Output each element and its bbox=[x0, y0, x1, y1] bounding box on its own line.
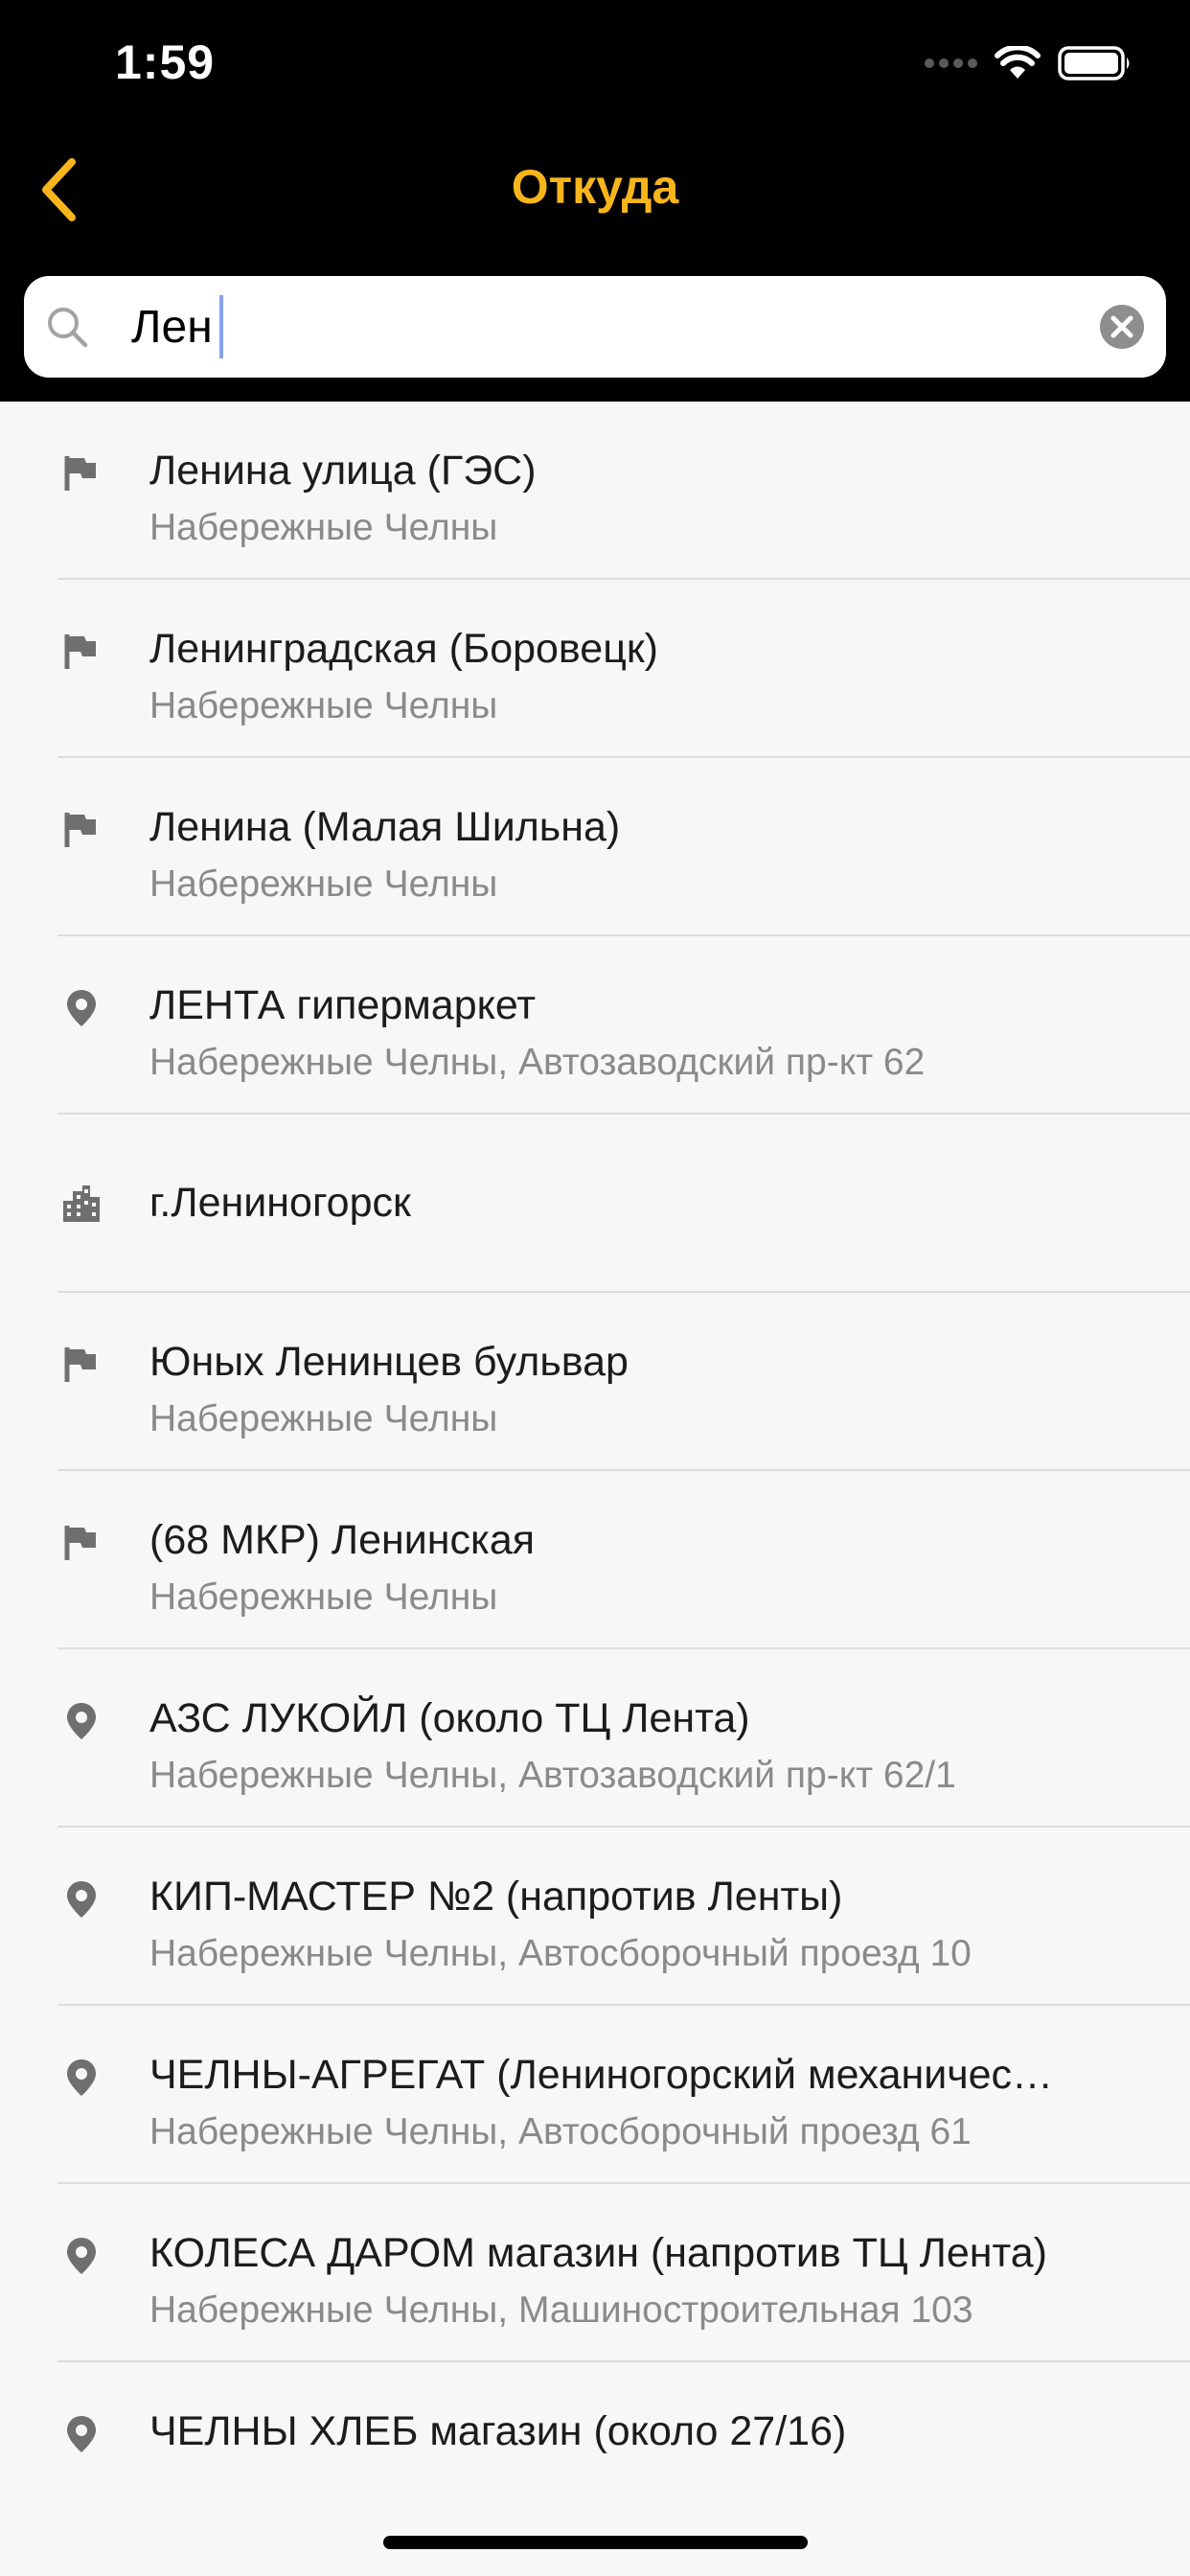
bottom-safe-area bbox=[0, 2472, 1190, 2576]
home-indicator[interactable] bbox=[383, 2536, 808, 2549]
result-subtitle: Набережные Челны bbox=[149, 1398, 498, 1439]
location-pin-icon bbox=[67, 2238, 96, 2274]
location-pin-icon bbox=[67, 2059, 96, 2096]
screen: 1:59 Откуда Лен Ленина улица (ГЭС) Набер… bbox=[0, 0, 1190, 2576]
page-title: Откуда bbox=[511, 160, 679, 214]
list-item[interactable]: Юных Ленинцев бульвар Набережные Челны bbox=[0, 1293, 1190, 1471]
text-cursor bbox=[219, 295, 223, 358]
result-subtitle: Набережные Челны, Автосборочный проезд 1… bbox=[149, 1933, 972, 1974]
result-title: г.Лениногорск bbox=[149, 1180, 411, 1226]
result-title: ЧЕЛНЫ-АГРЕГАТ (Лениногорский механичес… bbox=[149, 2052, 1054, 2098]
result-title: КОЛЕСА ДАРОМ магазин (напротив ТЦ Лента) bbox=[149, 2230, 1047, 2276]
search-input[interactable] bbox=[108, 276, 1089, 378]
result-title: Ленина улица (ГЭС) bbox=[149, 448, 537, 494]
result-subtitle: Набережные Челны, Автосборочный проезд 6… bbox=[149, 2111, 972, 2152]
status-icons bbox=[925, 42, 1133, 84]
result-title: Юных Ленинцев бульвар bbox=[149, 1339, 629, 1385]
list-item[interactable]: Ленина (Малая Шильна) Набережные Челны bbox=[0, 758, 1190, 936]
list-item[interactable]: ЧЕЛНЫ ХЛЕБ магазин (около 27/16) bbox=[0, 2362, 1190, 2472]
flag-icon bbox=[64, 456, 96, 491]
result-title: (68 МКР) Ленинская bbox=[149, 1517, 536, 1563]
result-title: ЛЕНТА гипермаркет bbox=[149, 982, 537, 1028]
list-item[interactable]: ЧЕЛНЫ-АГРЕГАТ (Лениногорский механичес… … bbox=[0, 2006, 1190, 2184]
list-item[interactable]: КОЛЕСА ДАРОМ магазин (напротив ТЦ Лента)… bbox=[0, 2184, 1190, 2362]
list-item[interactable]: (68 МКР) Ленинская Набережные Челны bbox=[0, 1471, 1190, 1649]
cellular-signal-icon bbox=[925, 58, 977, 68]
results-list: Ленина улица (ГЭС) Набережные Челны Лени… bbox=[0, 402, 1190, 2472]
result-title: ЧЕЛНЫ ХЛЕБ магазин (около 27/16) bbox=[149, 2408, 847, 2454]
result-subtitle: Набережные Челны bbox=[149, 685, 498, 726]
list-item[interactable]: АЗС ЛУКОЙЛ (около ТЦ Лента) Набережные Ч… bbox=[0, 1649, 1190, 1828]
search-icon bbox=[48, 308, 88, 348]
result-subtitle: Набережные Челны, Автозаводский пр-кт 62… bbox=[149, 1755, 956, 1796]
list-item[interactable]: г.Лениногорск bbox=[0, 1115, 1190, 1293]
flag-icon bbox=[64, 634, 96, 669]
result-subtitle: Набережные Челны bbox=[149, 507, 498, 548]
result-title: КИП-МАСТЕР №2 (напротив Ленты) bbox=[149, 1874, 843, 1920]
location-pin-icon bbox=[67, 1881, 96, 1918]
clear-search-button[interactable] bbox=[1099, 304, 1145, 350]
location-pin-icon bbox=[67, 1703, 96, 1739]
search-bar[interactable] bbox=[24, 276, 1166, 378]
result-subtitle: Набережные Челны bbox=[149, 1576, 498, 1618]
result-subtitle: Набережные Челны bbox=[149, 863, 498, 905]
city-icon bbox=[63, 1185, 100, 1222]
result-title: Ленинградская (Боровецк) bbox=[149, 626, 658, 672]
flag-icon bbox=[64, 813, 96, 847]
list-item[interactable]: Ленинградская (Боровецк) Набережные Челн… bbox=[0, 580, 1190, 758]
result-title: Ленина (Малая Шильна) bbox=[149, 804, 621, 850]
result-subtitle: Набережные Челны, Автозаводский пр-кт 62 bbox=[149, 1042, 926, 1083]
flag-icon bbox=[64, 1347, 96, 1382]
flag-icon bbox=[64, 1526, 96, 1560]
wifi-icon bbox=[995, 46, 1041, 79]
list-item[interactable]: Ленина улица (ГЭС) Набережные Челны bbox=[0, 402, 1190, 580]
location-pin-icon bbox=[67, 2416, 96, 2452]
status-time: 1:59 bbox=[115, 35, 216, 89]
list-item[interactable]: ЛЕНТА гипермаркет Набережные Челны, Авто… bbox=[0, 936, 1190, 1115]
battery-icon bbox=[1058, 46, 1130, 80]
result-title: АЗС ЛУКОЙЛ (около ТЦ Лента) bbox=[149, 1695, 750, 1741]
header: 1:59 Откуда bbox=[0, 0, 1190, 402]
location-pin-icon bbox=[67, 990, 96, 1026]
list-item[interactable]: КИП-МАСТЕР №2 (напротив Ленты) Набережны… bbox=[0, 1828, 1190, 2006]
result-subtitle: Набережные Челны, Машиностроительная 103 bbox=[149, 2289, 973, 2331]
